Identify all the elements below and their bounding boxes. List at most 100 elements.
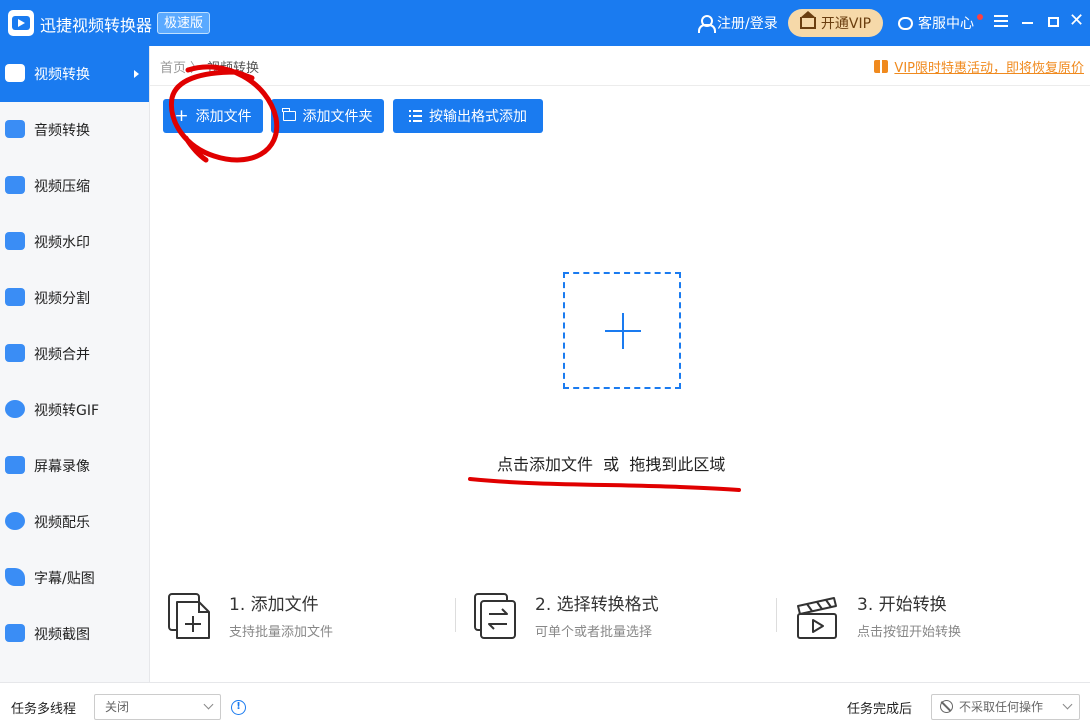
footer-bar: 任务多线程 关闭 ! 任务完成后 不采取任何操作	[0, 682, 1090, 727]
add-by-format-button[interactable]: 按输出格式添加	[393, 99, 543, 133]
breadcrumb-current: 视频转换	[207, 61, 260, 76]
step-start-convert: 3. 开始转换 点击按钮开始转换	[795, 590, 1055, 650]
sidebar-item-label: 视频转GIF	[34, 403, 100, 419]
video-gif-icon	[5, 400, 25, 418]
add-file-button[interactable]: + 添加文件	[163, 99, 263, 133]
ban-icon	[940, 700, 953, 713]
annotation-underline	[468, 477, 741, 492]
sidebar-item-label: 视频转换	[34, 67, 90, 83]
close-button[interactable]: ✕	[1064, 8, 1090, 36]
login-button[interactable]: 注册/登录	[698, 13, 778, 33]
multithread-value: 关闭	[105, 700, 130, 714]
chevron-down-icon	[203, 699, 214, 710]
sidebar-item-label: 视频分割	[34, 291, 90, 307]
format-switch-icon	[474, 593, 516, 639]
breadcrumb-home[interactable]: 首页	[160, 57, 186, 76]
edition-badge: 极速版	[157, 12, 211, 34]
sidebar-item-video-merge[interactable]: 视频合并	[0, 326, 149, 382]
video-merge-icon	[5, 344, 25, 362]
chat-icon	[898, 16, 913, 30]
audio-convert-icon	[5, 120, 25, 138]
video-music-icon	[5, 512, 25, 530]
sidebar-item-video-watermark[interactable]: 视频水印	[0, 214, 149, 270]
sidebar-item-label: 音频转换	[34, 123, 90, 139]
login-label: 注册/登录	[717, 16, 778, 32]
list-icon	[409, 110, 422, 122]
step-subtitle: 点击按钮开始转换	[857, 625, 962, 640]
menu-button[interactable]	[988, 8, 1014, 36]
step-separator	[776, 598, 777, 632]
plus-icon: +	[174, 105, 189, 126]
header-divider	[150, 85, 1090, 86]
open-vip-button[interactable]: 开通VIP	[788, 9, 883, 37]
multithread-select[interactable]: 关闭	[94, 694, 221, 720]
add-by-format-label: 按输出格式添加	[429, 109, 527, 125]
folder-icon	[282, 108, 296, 121]
customer-service-label: 客服中心	[918, 16, 974, 32]
subtitle-sticker-icon	[5, 568, 25, 586]
step-title: 2. 选择转换格式	[535, 595, 659, 615]
add-folder-button[interactable]: 添加文件夹	[271, 99, 384, 133]
app-logo-icon	[8, 10, 34, 36]
sidebar-item-video-compress[interactable]: 视频压缩	[0, 158, 149, 214]
clapperboard-icon	[797, 597, 837, 639]
minimize-button[interactable]	[1015, 8, 1041, 36]
maximize-icon	[1048, 17, 1059, 27]
vip-label: 开通VIP	[820, 16, 872, 32]
video-compress-icon	[5, 176, 25, 194]
sidebar-item-label: 视频压缩	[34, 179, 90, 195]
customer-service-button[interactable]: 客服中心	[898, 13, 974, 33]
video-split-icon	[5, 288, 25, 306]
breadcrumb-separator: 〉	[190, 61, 204, 76]
breadcrumb: 首页 〉 视频转换	[160, 57, 259, 76]
step-subtitle: 支持批量添加文件	[229, 625, 334, 640]
sidebar-item-label: 视频配乐	[34, 515, 90, 531]
sidebar: 视频转换 音频转换 视频压缩 视频水印 视频分割 视频合并 视频转GIF 屏幕录…	[0, 46, 150, 682]
vip-promo-link[interactable]: VIP限时特惠活动，即将恢复原价	[874, 57, 1084, 76]
sidebar-item-subtitle-sticker[interactable]: 字幕/贴图	[0, 550, 149, 606]
video-watermark-icon	[5, 232, 25, 250]
multithread-label: 任务多线程	[11, 702, 77, 717]
app-title: 迅捷视频转换器	[40, 16, 153, 35]
sidebar-item-label: 屏幕录像	[34, 459, 90, 475]
step-subtitle: 可单个或者批量选择	[535, 625, 653, 640]
sidebar-item-label: 视频截图	[34, 627, 90, 643]
add-files-icon	[168, 593, 210, 639]
sidebar-item-video-gif[interactable]: 视频转GIF	[0, 382, 149, 438]
step-add-files: 1. 添加文件 支持批量添加文件	[167, 590, 427, 650]
menu-icon	[994, 15, 1008, 27]
add-folder-label: 添加文件夹	[302, 109, 373, 125]
drop-zone-hint: 点击添加文件 或 拖拽到此区域	[497, 455, 726, 474]
plus-icon	[605, 313, 641, 349]
close-icon: ✕	[1069, 10, 1085, 31]
title-bar: 迅捷视频转换器 极速版 注册/登录 开通VIP 客服中心 ✕	[0, 0, 1090, 46]
sidebar-item-video-split[interactable]: 视频分割	[0, 270, 149, 326]
step-title: 1. 添加文件	[229, 595, 319, 615]
sidebar-item-label: 视频水印	[34, 235, 90, 251]
vip-promo-text: VIP限时特惠活动，即将恢复原价	[894, 61, 1084, 76]
app-window: 迅捷视频转换器 极速版 注册/登录 开通VIP 客服中心 ✕ 视频转换 音频转换…	[0, 0, 1090, 727]
minimize-icon	[1022, 22, 1033, 24]
sidebar-item-audio-convert[interactable]: 音频转换	[0, 102, 149, 158]
notification-dot	[977, 14, 983, 20]
gift-icon	[874, 60, 889, 73]
sidebar-item-video-convert[interactable]: 视频转换	[0, 46, 149, 102]
after-done-select[interactable]: 不采取任何操作	[931, 694, 1080, 720]
step-title: 3. 开始转换	[857, 595, 947, 615]
user-icon	[698, 15, 716, 33]
sidebar-item-label: 视频合并	[34, 347, 90, 363]
after-done-label: 任务完成后	[847, 702, 913, 717]
video-convert-icon	[5, 64, 25, 82]
chevron-right-icon	[134, 70, 139, 78]
drop-zone[interactable]	[563, 272, 681, 389]
info-icon[interactable]: !	[231, 700, 246, 715]
sidebar-item-screen-record[interactable]: 屏幕录像	[0, 438, 149, 494]
sidebar-item-video-music[interactable]: 视频配乐	[0, 494, 149, 550]
chevron-down-icon	[1062, 699, 1073, 710]
sidebar-item-video-screenshot[interactable]: 视频截图	[0, 606, 149, 662]
step-separator	[455, 598, 456, 632]
screen-record-icon	[5, 456, 25, 474]
sidebar-item-label: 字幕/贴图	[34, 571, 95, 587]
step-select-format: 2. 选择转换格式 可单个或者批量选择	[473, 590, 753, 650]
video-screenshot-icon	[5, 624, 25, 642]
